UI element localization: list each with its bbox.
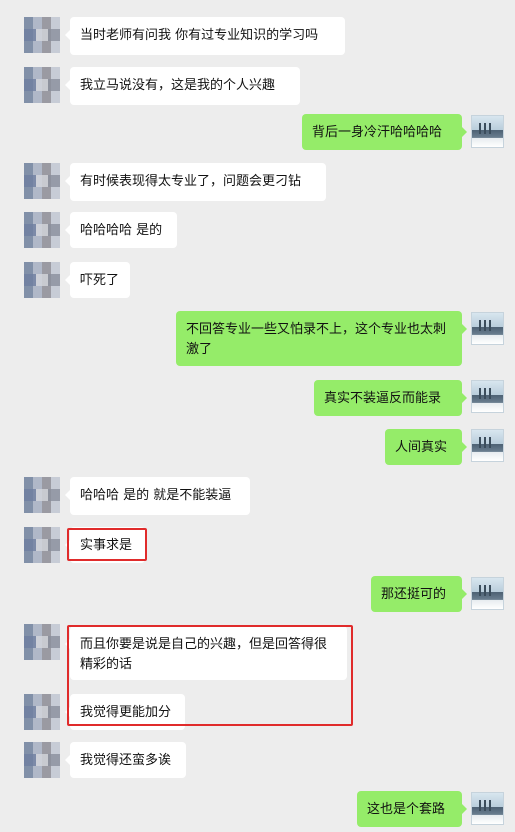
message-text: 那还挺可的 <box>381 587 447 602</box>
message-bubble-outgoing[interactable]: 不回答专业一些又怕录不上，这个专业也太刺激了 <box>176 311 467 366</box>
message-bubble-incoming[interactable]: 吓死了 <box>65 262 130 298</box>
ship-image <box>479 800 497 811</box>
message-bubble-outgoing[interactable]: 这也是个套路 <box>357 791 467 827</box>
ship-image <box>479 123 497 134</box>
message-bubble-incoming[interactable]: 我立马说没有，这是我的个人兴趣 <box>65 67 300 105</box>
message-text: 背后一身冷汗哈哈哈哈 <box>312 125 443 140</box>
avatar[interactable] <box>471 115 504 148</box>
avatar[interactable] <box>24 17 60 53</box>
message-bubble-incoming[interactable]: 我觉得还蛮多诶 <box>65 742 186 778</box>
message-bubble-incoming[interactable]: 而且你要是说是自己的兴趣，但是回答得很精彩的话 <box>65 626 347 680</box>
message-text: 吓死了 <box>80 273 120 288</box>
avatar[interactable] <box>471 792 504 825</box>
message-bubble-incoming[interactable]: 我觉得更能加分 <box>65 694 185 730</box>
message-text: 人间真实 <box>395 440 448 455</box>
message-bubble-incoming[interactable]: 实事求是 <box>65 527 145 563</box>
message-bubble-incoming[interactable]: 哈哈哈哈 是的 <box>65 212 177 248</box>
avatar[interactable] <box>471 312 504 345</box>
avatar[interactable] <box>24 163 60 199</box>
message-text: 真实不装逼反而能录 <box>324 391 442 406</box>
message-bubble-incoming[interactable]: 哈哈哈 是的 就是不能装逼 <box>65 477 250 515</box>
message-text: 我觉得更能加分 <box>80 705 172 720</box>
avatar[interactable] <box>24 527 60 563</box>
message-bubble-outgoing[interactable]: 真实不装逼反而能录 <box>314 380 467 416</box>
message-text: 这也是个套路 <box>367 802 446 817</box>
avatar[interactable] <box>471 429 504 462</box>
message-text: 有时候表现得太专业了，问题会更刁钻 <box>80 174 302 189</box>
message-text: 实事求是 <box>80 538 133 553</box>
message-bubble-outgoing[interactable]: 人间真实 <box>385 429 467 465</box>
ship-image <box>479 585 497 596</box>
ship-image <box>479 437 497 448</box>
avatar[interactable] <box>24 742 60 778</box>
ship-image <box>479 388 497 399</box>
avatar[interactable] <box>24 212 60 248</box>
message-text: 哈哈哈 是的 就是不能装逼 <box>80 488 232 503</box>
ship-image <box>479 320 497 331</box>
message-text: 而且你要是说是自己的兴趣，但是回答得很精彩的话 <box>80 637 328 672</box>
avatar[interactable] <box>24 694 60 730</box>
avatar[interactable] <box>24 262 60 298</box>
message-text: 不回答专业一些又怕录不上，这个专业也太刺激了 <box>186 322 447 357</box>
message-bubble-incoming[interactable]: 有时候表现得太专业了，问题会更刁钻 <box>65 163 326 201</box>
message-text: 我立马说没有，这是我的个人兴趣 <box>80 78 276 93</box>
avatar[interactable] <box>24 477 60 513</box>
avatar[interactable] <box>471 577 504 610</box>
avatar[interactable] <box>24 624 60 660</box>
avatar[interactable] <box>24 67 60 103</box>
message-text: 我觉得还蛮多诶 <box>80 753 172 768</box>
avatar[interactable] <box>471 380 504 413</box>
message-bubble-outgoing[interactable]: 背后一身冷汗哈哈哈哈 <box>302 114 467 150</box>
message-text: 当时老师有问我 你有过专业知识的学习吗 <box>80 28 319 43</box>
message-bubble-outgoing[interactable]: 那还挺可的 <box>371 576 467 612</box>
message-bubble-incoming[interactable]: 当时老师有问我 你有过专业知识的学习吗 <box>65 17 345 55</box>
message-text: 哈哈哈哈 是的 <box>80 223 163 238</box>
